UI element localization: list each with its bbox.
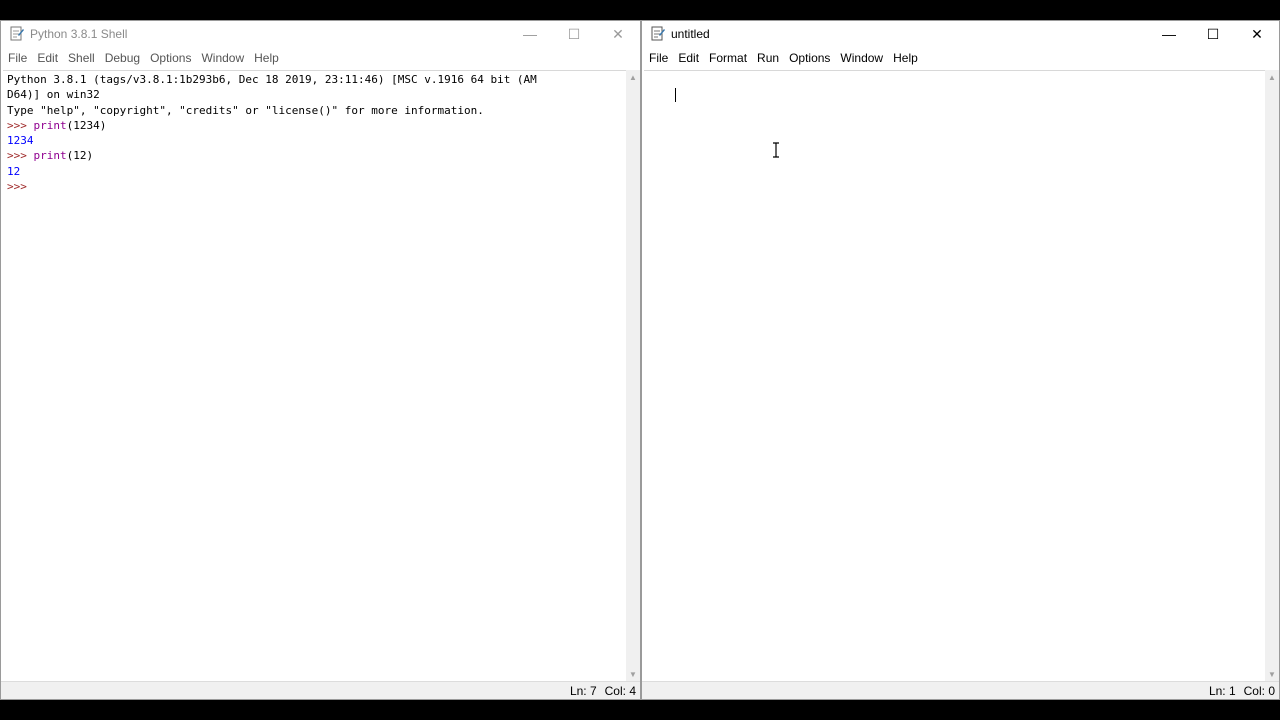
- shell-line: >>>: [7, 179, 622, 194]
- minimize-icon[interactable]: —: [508, 21, 552, 47]
- shell-status-line: Ln: 7: [569, 683, 597, 698]
- scroll-down-icon[interactable]: ▼: [1265, 667, 1279, 681]
- shell-line-segment: Python 3.8.1 (tags/v3.8.1:1b293b6, Dec 1…: [7, 73, 537, 86]
- close-icon[interactable]: ✕: [596, 21, 640, 47]
- minimize-icon[interactable]: —: [1147, 21, 1191, 47]
- shell-line-segment: >>>: [7, 149, 34, 163]
- shell-scrollbar[interactable]: ▲ ▼: [626, 70, 640, 681]
- shell-line-segment: >>>: [7, 118, 34, 132]
- editor-menu-run[interactable]: Run: [752, 47, 784, 69]
- shell-text-area[interactable]: Python 3.8.1 (tags/v3.8.1:1b293b6, Dec 1…: [3, 70, 626, 681]
- shell-line-segment: print: [33, 149, 67, 163]
- shell-line: >>> print(1234): [7, 118, 622, 133]
- shell-line-segment: Type "help", "copyright", "credits" or "…: [7, 103, 484, 117]
- editor-statusbar: Ln: 1 Col: 0: [642, 681, 1279, 699]
- editor-menu-edit[interactable]: Edit: [673, 47, 704, 69]
- text-caret: [674, 88, 676, 103]
- shell-menu-shell[interactable]: Shell: [63, 47, 100, 69]
- shell-line-segment: D64)] on win32: [7, 88, 100, 102]
- editor-titlebar[interactable]: untitled — ☐ ✕: [642, 21, 1279, 47]
- bottom-black-bar: [0, 700, 1280, 720]
- shell-line-segment: 1234: [7, 134, 34, 148]
- editor-text-area[interactable]: [644, 70, 1265, 681]
- shell-title: Python 3.8.1 Shell: [30, 27, 128, 41]
- shell-status-col: Col: 4: [604, 683, 636, 698]
- shell-line: 12: [7, 164, 622, 179]
- shell-menu-help[interactable]: Help: [249, 47, 284, 69]
- shell-line: D64)] on win32: [7, 87, 622, 102]
- python-icon: [9, 26, 25, 42]
- editor-menubar: File Edit Format Run Options Window Help: [642, 47, 1279, 69]
- maximize-icon[interactable]: ☐: [552, 21, 596, 47]
- top-black-bar: [0, 0, 1280, 20]
- shell-menu-options[interactable]: Options: [145, 47, 196, 69]
- editor-window[interactable]: untitled — ☐ ✕ File Edit Format Run Opti…: [641, 20, 1280, 700]
- scroll-up-icon[interactable]: ▲: [626, 70, 640, 84]
- shell-line: Python 3.8.1 (tags/v3.8.1:1b293b6, Dec 1…: [7, 72, 622, 87]
- shell-line-segment: (12): [66, 149, 94, 163]
- ibeam-cursor-icon: [773, 142, 779, 158]
- maximize-icon[interactable]: ☐: [1191, 21, 1235, 47]
- shell-line-segment: (1234): [66, 118, 107, 132]
- shell-menu-window[interactable]: Window: [196, 47, 249, 69]
- shell-line-segment: 12: [7, 164, 21, 178]
- editor-menu-help[interactable]: Help: [888, 47, 923, 69]
- editor-menu-format[interactable]: Format: [704, 47, 752, 69]
- editor-scrollbar[interactable]: ▲ ▼: [1265, 70, 1279, 681]
- shell-titlebar[interactable]: Python 3.8.1 Shell — ☐ ✕: [1, 21, 640, 47]
- shell-menu-file[interactable]: File: [3, 47, 32, 69]
- python-shell-window[interactable]: Python 3.8.1 Shell — ☐ ✕ File Edit Shell…: [0, 20, 641, 700]
- shell-statusbar: Ln: 7 Col: 4: [1, 681, 640, 699]
- scroll-up-icon[interactable]: ▲: [1265, 70, 1279, 84]
- editor-menu-window[interactable]: Window: [835, 47, 888, 69]
- close-icon[interactable]: ✕: [1235, 21, 1279, 47]
- shell-line: 1234: [7, 133, 622, 148]
- editor-status-col: Col: 0: [1243, 683, 1275, 698]
- shell-line-segment: print: [33, 118, 67, 132]
- shell-line: Type "help", "copyright", "credits" or "…: [7, 103, 622, 118]
- shell-menu-edit[interactable]: Edit: [32, 47, 63, 69]
- shell-line-segment: >>>: [7, 180, 34, 194]
- editor-menu-options[interactable]: Options: [784, 47, 835, 69]
- editor-title: untitled: [671, 27, 710, 41]
- shell-menu-debug[interactable]: Debug: [100, 47, 145, 69]
- shell-menubar: File Edit Shell Debug Options Window Hel…: [1, 47, 640, 69]
- editor-status-line: Ln: 1: [1208, 683, 1236, 698]
- scroll-down-icon[interactable]: ▼: [626, 667, 640, 681]
- editor-menu-file[interactable]: File: [644, 47, 673, 69]
- shell-line: >>> print(12): [7, 148, 622, 163]
- python-icon: [650, 26, 666, 42]
